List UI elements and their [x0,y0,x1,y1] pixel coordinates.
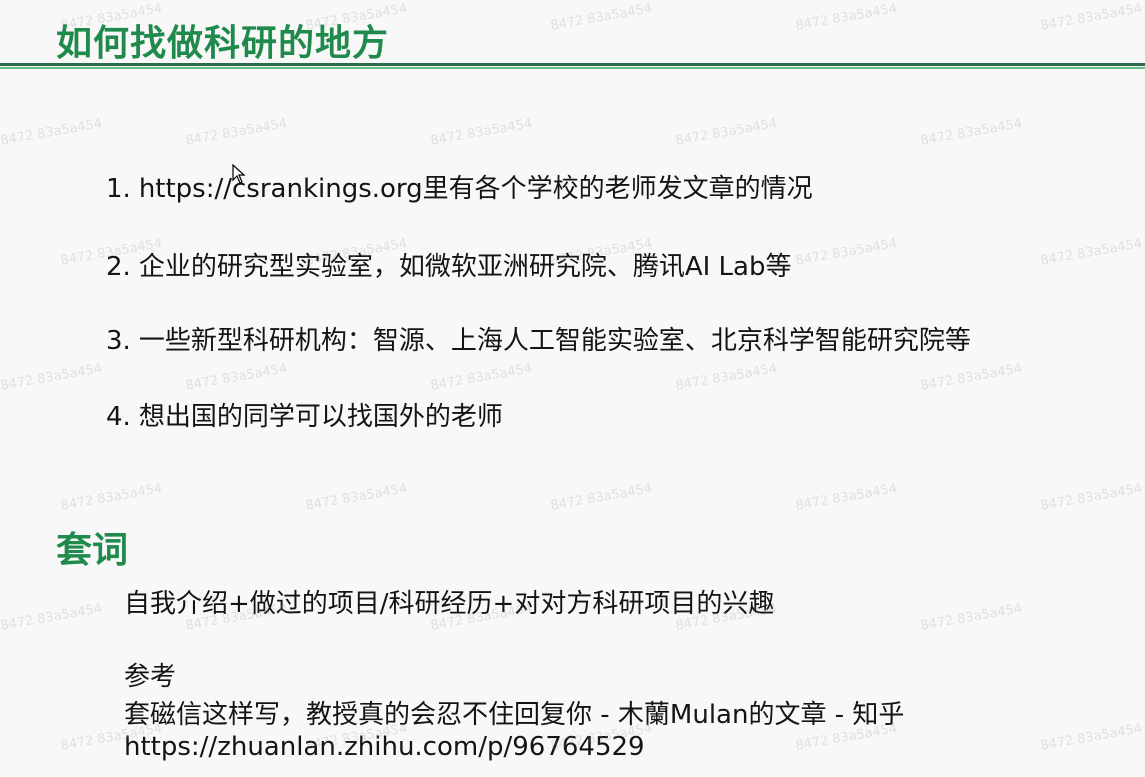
watermark-text: 8472 83a5a454 [1039,1,1144,34]
watermark-text: 8472 83a5a454 [0,601,104,634]
template-formula: 自我介绍+做过的项目/科研经历+对对方科研项目的兴趣 [124,589,775,619]
list-item-number: 1. [106,174,131,204]
watermark-text: 8472 83a5a454 [794,1,899,34]
mouse-pointer-icon [232,164,246,184]
reference-label: 参考 [124,662,177,692]
title-divider-accent [0,67,1145,69]
list-item-text: 企业的研究型实验室，如微软亚洲研究院、腾讯AI Lab等 [138,252,792,282]
watermark-text: 8472 83a5a454 [304,481,409,514]
watermark-text: 8472 83a5a454 [549,1,654,34]
watermark-text: 8472 83a5a454 [184,116,289,149]
watermark-text: 8472 83a5a454 [794,481,899,514]
watermark-text: 8472 83a5a454 [1039,236,1144,269]
section-title: 套词 [56,530,129,571]
watermark-text: 8472 83a5a454 [674,361,779,394]
list-item: 3. 一些新型科研机构：智源、上海人工智能实验室、北京科学智能研究院等 [106,320,971,357]
watermark-text: 8472 83a5a454 [59,481,164,514]
reference-title: 套磁信这样写，教授真的会忍不住回复你 - 木蘭Mulan的文章 - 知乎 [124,700,905,730]
list-item: 1. https://csrankings.org里有各个学校的老师发文章的情况 [106,168,813,205]
slide-title: 如何找做科研的地方 [56,23,390,64]
watermark-text: 8472 83a5a454 [1039,721,1144,754]
watermark-text: 8472 83a5a454 [919,601,1024,634]
watermark-text: 8472 83a5a454 [674,116,779,149]
title-divider [0,63,1145,66]
list-item-text: 想出国的同学可以找国外的老师 [138,402,503,432]
list-item-text: 一些新型科研机构：智源、上海人工智能实验室、北京科学智能研究院等 [138,326,971,356]
list-item: 4. 想出国的同学可以找国外的老师 [106,396,503,433]
reference-link[interactable]: https://zhuanlan.zhihu.com/p/96764529 [124,732,645,762]
list-item-number: 3. [106,326,131,356]
watermark-text: 8472 83a5a454 [184,361,289,394]
list-item-number: 4. [106,402,131,432]
watermark-text: 8472 83a5a454 [429,116,534,149]
watermark-text: 8472 83a5a454 [0,361,104,394]
watermark-text: 8472 83a5a454 [919,361,1024,394]
watermark-text: 8472 83a5a454 [429,361,534,394]
watermark-text: 8472 83a5a454 [549,481,654,514]
list-item: 2. 企业的研究型实验室，如微软亚洲研究院、腾讯AI Lab等 [106,246,791,283]
watermark-text: 8472 83a5a454 [1039,481,1144,514]
list-item-number: 2. [106,252,131,282]
watermark-text: 8472 83a5a454 [919,116,1024,149]
watermark-text: 8472 83a5a454 [0,116,104,149]
watermark-text: 8472 83a5a454 [794,236,899,269]
slide: 如何找做科研的地方 1. https://csrankings.org里有各个学校… [0,0,1145,777]
